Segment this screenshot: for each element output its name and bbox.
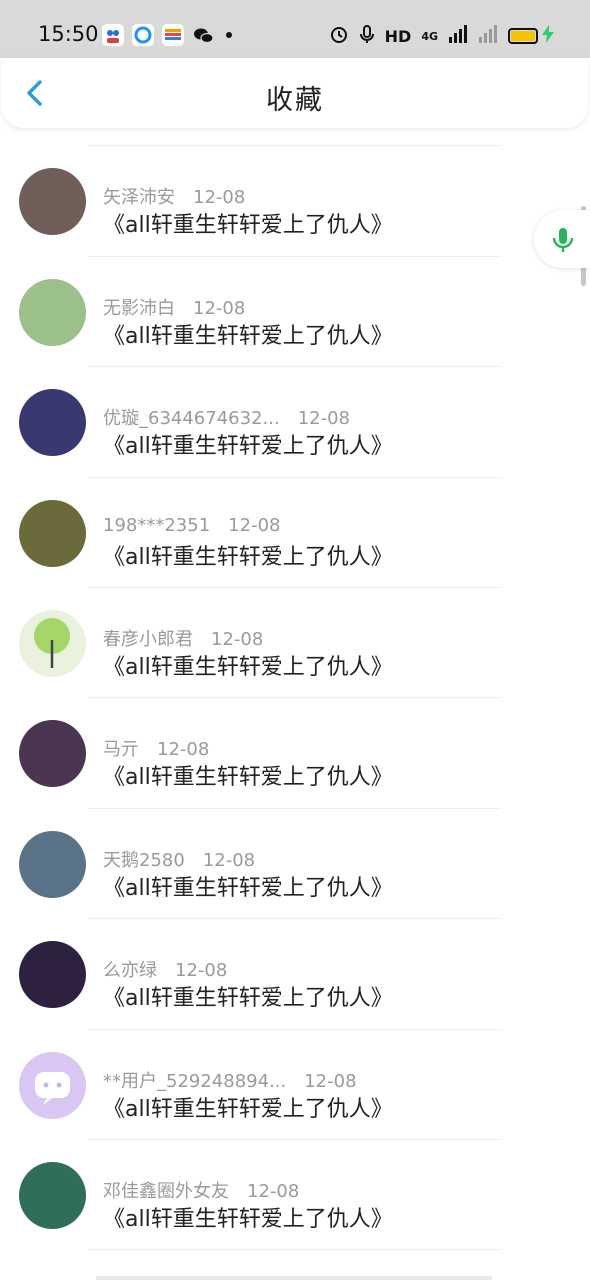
list-item[interactable]: 矢泽沛安 12-08 《all轩重生轩轩爱上了仇人》 <box>0 146 590 257</box>
tree-icon <box>34 618 70 668</box>
list-item[interactable]: 春彦小郎君 12-08 《all轩重生轩轩爱上了仇人》 <box>0 588 590 699</box>
book-title[interactable]: 《all轩重生轩轩爱上了仇人》 <box>103 1201 393 1233</box>
list-item[interactable]: 无影沛白 12-08 《all轩重生轩轩爱上了仇人》 <box>0 257 590 368</box>
list-item-meta: 邓佳鑫圈外女友 12-08 <box>103 1177 299 1203</box>
book-title[interactable]: 《all轩重生轩轩爱上了仇人》 <box>103 759 393 791</box>
username: 优璇_6344674632... <box>103 408 280 430</box>
date: 12-08 <box>157 739 210 761</box>
date: 12-08 <box>247 1181 300 1202</box>
list-item[interactable]: 么亦绿 12-08 《all轩重生轩轩爱上了仇人》 <box>0 919 590 1030</box>
avatar[interactable] <box>19 278 86 346</box>
avatar[interactable] <box>19 610 86 677</box>
username: 无影沛白 <box>103 297 175 319</box>
voice-input-button[interactable] <box>534 210 590 268</box>
list-item[interactable]: **用户_529248894... 12-08 《all轩重生轩轩爱上了仇人》 <box>0 1030 590 1140</box>
book-title[interactable]: 《all轩重生轩轩爱上了仇人》 <box>103 649 393 681</box>
list-item-meta: 矢泽沛安 12-08 <box>103 183 245 209</box>
date: 12-08 <box>228 514 281 536</box>
username: **用户_529248894... <box>103 1070 287 1092</box>
date: 12-08 <box>202 849 256 871</box>
list-item-meta: 198***2351 12-08 <box>103 515 280 536</box>
list-item[interactable]: 马亓 12-08 《all轩重生轩轩爱上了仇人》 <box>0 698 590 809</box>
username: 邓佳鑫圈外女友 <box>103 1181 229 1202</box>
list-item[interactable]: 198***2351 12-08 《all轩重生轩轩爱上了仇人》 <box>0 478 590 588</box>
avatar[interactable] <box>19 168 86 236</box>
list-item[interactable]: 邓佳鑫圈外女友 12-08 《all轩重生轩轩爱上了仇人》 <box>0 1140 590 1251</box>
list-item-meta: 无影沛白 12-08 <box>103 294 245 320</box>
bottom-indicator <box>96 1276 492 1280</box>
book-title[interactable]: 《all轩重生轩轩爱上了仇人》 <box>103 539 393 571</box>
list-item-meta: **用户_529248894... 12-08 <box>103 1067 357 1093</box>
book-title[interactable]: 《all轩重生轩轩爱上了仇人》 <box>103 870 393 902</box>
list-item-meta: 春彦小郎君 12-08 <box>103 625 263 651</box>
date: 12-08 <box>193 297 246 319</box>
avatar[interactable] <box>19 830 86 898</box>
avatar[interactable] <box>19 941 86 1009</box>
date: 12-08 <box>304 1070 357 1092</box>
microphone-icon <box>552 228 574 252</box>
book-title[interactable]: 《all轩重生轩轩爱上了仇人》 <box>103 980 393 1012</box>
list-item[interactable]: 优璇_6344674632... 12-08 《all轩重生轩轩爱上了仇人》 <box>0 367 590 478</box>
date: 12-08 <box>211 629 264 650</box>
list-item-meta: 优璇_6344674632... 12-08 <box>103 404 350 430</box>
username: 矢泽沛安 <box>103 187 175 209</box>
username: 么亦绿 <box>103 960 157 982</box>
date: 12-08 <box>193 187 246 209</box>
list-item[interactable]: 天鹅2580 12-08 《all轩重生轩轩爱上了仇人》 <box>0 809 590 920</box>
list-item-meta: 马亓 12-08 <box>103 735 209 761</box>
username: 春彦小郎君 <box>103 629 193 650</box>
book-title[interactable]: 《all轩重生轩轩爱上了仇人》 <box>103 1091 393 1123</box>
avatar[interactable] <box>19 720 86 788</box>
username: 天鹅2580 <box>103 849 185 871</box>
page-title: 收藏 <box>266 85 324 116</box>
divider <box>88 1249 502 1251</box>
list-item-meta: 么亦绿 12-08 <box>103 956 227 982</box>
avatar[interactable] <box>19 1162 86 1229</box>
username: 198***2351 <box>103 514 211 536</box>
date: 12-08 <box>297 408 350 430</box>
book-title[interactable]: 《all轩重生轩轩爱上了仇人》 <box>103 428 393 460</box>
avatar[interactable] <box>19 1051 86 1119</box>
book-title[interactable]: 《all轩重生轩轩爱上了仇人》 <box>103 318 393 350</box>
avatar[interactable] <box>19 499 86 567</box>
chat-bubble-icon <box>35 1071 70 1105</box>
book-title[interactable]: 《all轩重生轩轩爱上了仇人》 <box>103 207 393 239</box>
avatar[interactable] <box>19 389 86 457</box>
header: 收藏 <box>2 58 588 128</box>
username: 马亓 <box>103 739 139 761</box>
list-item-meta: 天鹅2580 12-08 <box>103 846 255 872</box>
date: 12-08 <box>175 960 228 982</box>
